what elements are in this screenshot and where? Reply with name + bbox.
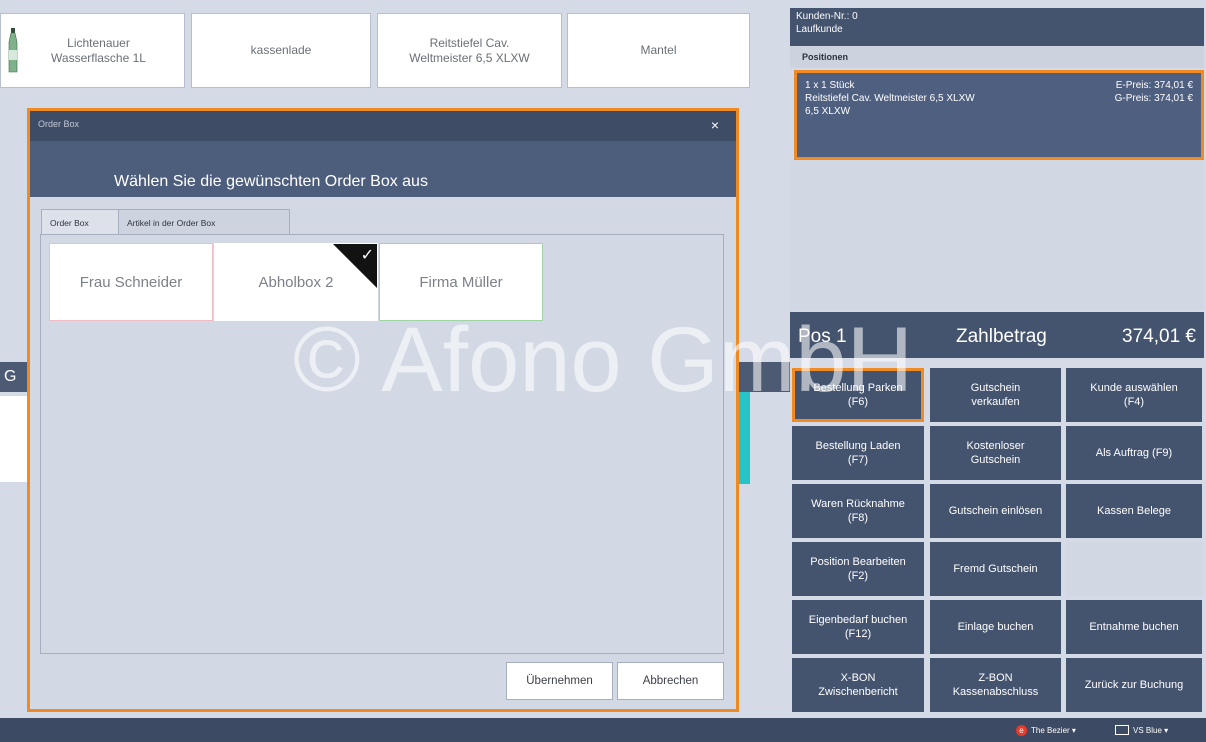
- payment-summary: Pos 1 Zahlbetrag 374,01 €: [790, 312, 1204, 358]
- dialog-header: Wählen Sie die gewünschten Order Box aus: [30, 141, 736, 197]
- sell-voucher-button[interactable]: Gutschein verkaufen: [930, 368, 1061, 422]
- product-tile-wasserflasche[interactable]: Lichtenauer Wasserflasche 1L: [0, 13, 185, 88]
- taskbar-item-1[interactable]: e The Bezier ▾: [1016, 722, 1076, 738]
- order-box-dialog: Order Box × Wählen Sie die gewünschten O…: [27, 108, 739, 712]
- empty-slot: [1066, 542, 1202, 596]
- amount-value: 374,01 €: [1122, 326, 1196, 347]
- as-order-button[interactable]: Als Auftrag (F9): [1066, 426, 1202, 480]
- taskbar-item-label: VS Blue ▾: [1133, 725, 1169, 735]
- product-label: Lichtenauer Wasserflasche 1L: [51, 35, 146, 65]
- edit-position-button[interactable]: Position Bearbeiten (F2): [792, 542, 924, 596]
- x-bon-button[interactable]: X-BON Zwischenbericht: [792, 658, 924, 712]
- window-icon: [1115, 725, 1129, 735]
- order-box-list: Frau Schneider Abholbox 2 ✓ Firma Müller: [40, 234, 724, 654]
- product-label: Mantel: [640, 43, 677, 57]
- close-icon[interactable]: ×: [704, 115, 726, 135]
- deposit-button[interactable]: Einlage buchen: [930, 600, 1061, 654]
- background-header-fragment: [738, 362, 790, 392]
- position-qty: 1 x 1 Stück: [805, 80, 855, 91]
- customer-number: Kunden-Nr.: 0: [796, 11, 858, 22]
- position-variant: 6,5 XLXW: [805, 106, 851, 117]
- amount-label: Zahlbetrag: [956, 326, 1047, 347]
- product-tile-kassenlade[interactable]: kassenlade: [191, 13, 371, 88]
- order-box-abholbox-2[interactable]: Abholbox 2 ✓: [214, 243, 378, 321]
- order-box-firma-mueller[interactable]: Firma Müller: [379, 243, 543, 321]
- side-header-fragment: G: [0, 362, 30, 392]
- product-tile-reitstiefel[interactable]: Reitstiefel Cav. Weltmeister 6,5 XLXW: [377, 13, 562, 88]
- load-order-button[interactable]: Bestellung Laden (F7): [792, 426, 924, 480]
- product-tile-mantel[interactable]: Mantel: [567, 13, 750, 88]
- customer-name: Laufkunde: [796, 24, 843, 35]
- teal-accent-bar: [738, 392, 750, 484]
- back-to-booking-button[interactable]: Zurück zur Buchung: [1066, 658, 1202, 712]
- order-box-frau-schneider[interactable]: Frau Schneider: [49, 243, 213, 321]
- dialog-heading: Wählen Sie die gewünschten Order Box aus: [114, 173, 428, 190]
- bottle-icon: [8, 28, 18, 73]
- product-label: Reitstiefel Cav. Weltmeister 6,5 XLXW: [409, 35, 530, 65]
- z-bon-button[interactable]: Z-BON Kassenabschluss: [930, 658, 1061, 712]
- checkmark-icon: ✓: [360, 247, 374, 264]
- side-panel-fragment: [0, 396, 30, 482]
- apply-button[interactable]: Übernehmen: [506, 662, 613, 700]
- dialog-title: Order Box: [38, 119, 80, 129]
- returns-button[interactable]: Waren Rücknahme (F8): [792, 484, 924, 538]
- positions-title: Positionen: [790, 46, 1204, 68]
- free-voucher-button[interactable]: Kostenloser Gutschein: [930, 426, 1061, 480]
- product-label: kassenlade: [250, 43, 312, 57]
- taskbar-item-label: The Bezier ▾: [1031, 725, 1076, 735]
- order-box-label: Abholbox 2: [258, 273, 334, 291]
- own-use-button[interactable]: Eigenbedarf buchen (F12): [792, 600, 924, 654]
- park-order-button[interactable]: Bestellung Parken (F6): [792, 368, 924, 422]
- cancel-button[interactable]: Abbrechen: [617, 662, 724, 700]
- taskbar: e The Bezier ▾ VS Blue ▾: [0, 718, 1206, 742]
- position-e-price: E-Preis: 374,01 €: [1115, 80, 1193, 91]
- receipts-button[interactable]: Kassen Belege: [1066, 484, 1202, 538]
- position-item[interactable]: 1 x 1 Stück E-Preis: 374,01 € Reitstiefe…: [794, 70, 1204, 160]
- position-count: Pos 1: [798, 326, 847, 347]
- foreign-voucher-button[interactable]: Fremd Gutschein: [930, 542, 1061, 596]
- app-logo-icon: e: [1016, 724, 1027, 736]
- redeem-voucher-button[interactable]: Gutschein einlösen: [930, 484, 1061, 538]
- withdrawal-button[interactable]: Entnahme buchen: [1066, 600, 1202, 654]
- select-customer-button[interactable]: Kunde auswählen (F4): [1066, 368, 1202, 422]
- positions-empty-area: [790, 160, 1204, 310]
- dialog-titlebar: Order Box: [30, 111, 736, 141]
- taskbar-item-2[interactable]: VS Blue ▾: [1115, 722, 1168, 738]
- order-box-label: Firma Müller: [419, 273, 503, 291]
- order-box-label: Frau Schneider: [79, 273, 183, 291]
- customer-header: Kunden-Nr.: 0 Laufkunde: [790, 8, 1204, 46]
- tab-artikel-in-order-box[interactable]: Artikel in der Order Box: [118, 209, 290, 237]
- position-name: Reitstiefel Cav. Weltmeister 6,5 XLXW: [805, 93, 975, 104]
- position-g-price: G-Preis: 374,01 €: [1114, 93, 1193, 104]
